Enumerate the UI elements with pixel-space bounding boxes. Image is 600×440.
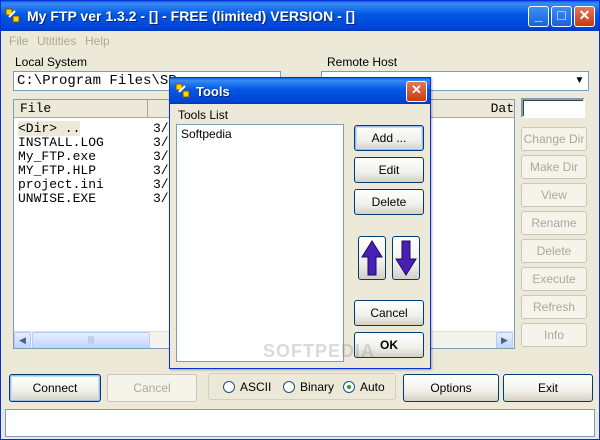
file-name: My_FTP.exe — [18, 149, 97, 164]
mode-ascii-label: ASCII — [240, 380, 272, 394]
make-dir-button[interactable]: Make Dir — [521, 155, 587, 179]
cancel-connect-button[interactable]: Cancel — [107, 374, 197, 402]
remote-date-column-header[interactable]: Dat — [428, 100, 514, 118]
move-down-button[interactable] — [392, 236, 420, 280]
delete-remote-button[interactable]: Delete — [521, 239, 587, 263]
remote-horizontal-scrollbar[interactable]: ▶ — [428, 331, 514, 348]
close-icon: ✕ — [411, 82, 422, 97]
window-title: My FTP ver 1.3.2 - [] - FREE (limited) V… — [27, 8, 356, 24]
arrow-down-icon — [395, 240, 417, 276]
local-file-row[interactable]: UNWISE.EXE 3/ — [18, 191, 169, 206]
info-button[interactable]: Info — [521, 323, 587, 347]
status-bar — [5, 409, 595, 437]
refresh-button[interactable]: Refresh — [521, 295, 587, 319]
remote-extra-field[interactable] — [521, 98, 585, 118]
local-file-column-header[interactable]: File — [14, 100, 148, 118]
file-name: UNWISE.EXE — [18, 191, 97, 206]
title-bar[interactable]: My FTP ver 1.3.2 - [] - FREE (limited) V… — [1, 1, 599, 31]
file-date: 3/ — [153, 121, 169, 136]
connect-button[interactable]: Connect — [9, 374, 101, 402]
tools-list-label: Tools List — [178, 108, 229, 122]
tools-list-item[interactable]: Softpedia — [181, 127, 232, 141]
local-file-row[interactable]: MY_FTP.HLP 3/ — [18, 163, 169, 178]
local-system-label: Local System — [15, 55, 88, 69]
menu-help[interactable]: Help — [85, 34, 110, 48]
scroll-thumb[interactable]: ||| — [32, 332, 150, 348]
transfer-mode-group: ASCII Binary Auto — [208, 373, 396, 400]
local-file-row[interactable]: INSTALL.LOG 3/ — [18, 135, 169, 150]
delete-tool-button[interactable]: Delete — [354, 189, 424, 215]
mode-auto-label: Auto — [360, 380, 385, 394]
file-name: INSTALL.LOG — [18, 135, 104, 150]
radio-dot — [223, 381, 235, 393]
tools-dialog: Tools ✕ Tools List Softpedia Add ... Edi… — [169, 77, 431, 369]
tools-app-icon — [175, 83, 190, 98]
maximize-button[interactable]: □ — [551, 6, 572, 27]
file-name: <Dir> .. — [18, 121, 81, 136]
remote-file-list[interactable]: Dat ▶ — [427, 99, 515, 349]
scroll-right-icon[interactable]: ▶ — [496, 332, 513, 348]
tools-cancel-button[interactable]: Cancel — [354, 300, 424, 326]
remote-host-label: Remote Host — [327, 55, 398, 69]
mode-binary-label: Binary — [300, 380, 335, 394]
chevron-down-icon[interactable]: ▼ — [571, 72, 588, 90]
file-date: 3/ — [153, 149, 169, 164]
scroll-left-icon[interactable]: ◀ — [14, 332, 31, 348]
local-file-row[interactable]: <Dir> .. 3/ — [18, 121, 169, 136]
options-button[interactable]: Options — [403, 374, 499, 402]
edit-tool-button[interactable]: Edit — [354, 157, 424, 183]
file-name: MY_FTP.HLP — [18, 163, 97, 178]
arrow-up-icon — [361, 240, 383, 276]
close-button[interactable]: ✕ — [574, 6, 595, 27]
mode-ascii-radio[interactable]: ASCII — [223, 380, 271, 394]
move-up-button[interactable] — [358, 236, 386, 280]
tools-list[interactable]: Softpedia — [176, 124, 344, 362]
execute-button[interactable]: Execute — [521, 267, 587, 291]
main-window: My FTP ver 1.3.2 - [] - FREE (limited) V… — [0, 0, 600, 440]
rename-button[interactable]: Rename — [521, 211, 587, 235]
menu-bar: File Utitities Help — [1, 31, 599, 51]
local-file-row[interactable]: project.ini 3/ — [18, 177, 169, 192]
file-date: 3/ — [153, 191, 169, 206]
maximize-icon: □ — [557, 7, 566, 23]
ftp-app-icon — [5, 8, 20, 23]
tools-close-button[interactable]: ✕ — [406, 81, 427, 102]
file-date: 3/ — [153, 163, 169, 178]
menu-file[interactable]: File — [9, 34, 28, 48]
mode-binary-radio[interactable]: Binary — [283, 380, 334, 394]
file-date: 3/ — [153, 135, 169, 150]
tools-dialog-title: Tools — [196, 84, 230, 99]
view-button[interactable]: View — [521, 183, 587, 207]
radio-dot-selected — [343, 381, 355, 393]
local-file-row[interactable]: My_FTP.exe 3/ — [18, 149, 169, 164]
close-icon: ✕ — [578, 7, 591, 23]
file-date: 3/ — [153, 177, 169, 192]
file-name: project.ini — [18, 177, 104, 192]
menu-utilities[interactable]: Utitities — [37, 34, 76, 48]
minimize-button[interactable]: _ — [528, 6, 549, 27]
tools-dialog-title-bar[interactable]: Tools ✕ — [170, 78, 430, 104]
add-tool-button[interactable]: Add ... — [354, 125, 424, 151]
softpedia-watermark: SOFTPEDIA — [263, 341, 376, 361]
radio-dot — [283, 381, 295, 393]
change-dir-button[interactable]: Change Dir — [521, 127, 587, 151]
minimize-icon: _ — [534, 7, 543, 23]
exit-button[interactable]: Exit — [503, 374, 593, 402]
mode-auto-radio[interactable]: Auto — [343, 380, 385, 394]
